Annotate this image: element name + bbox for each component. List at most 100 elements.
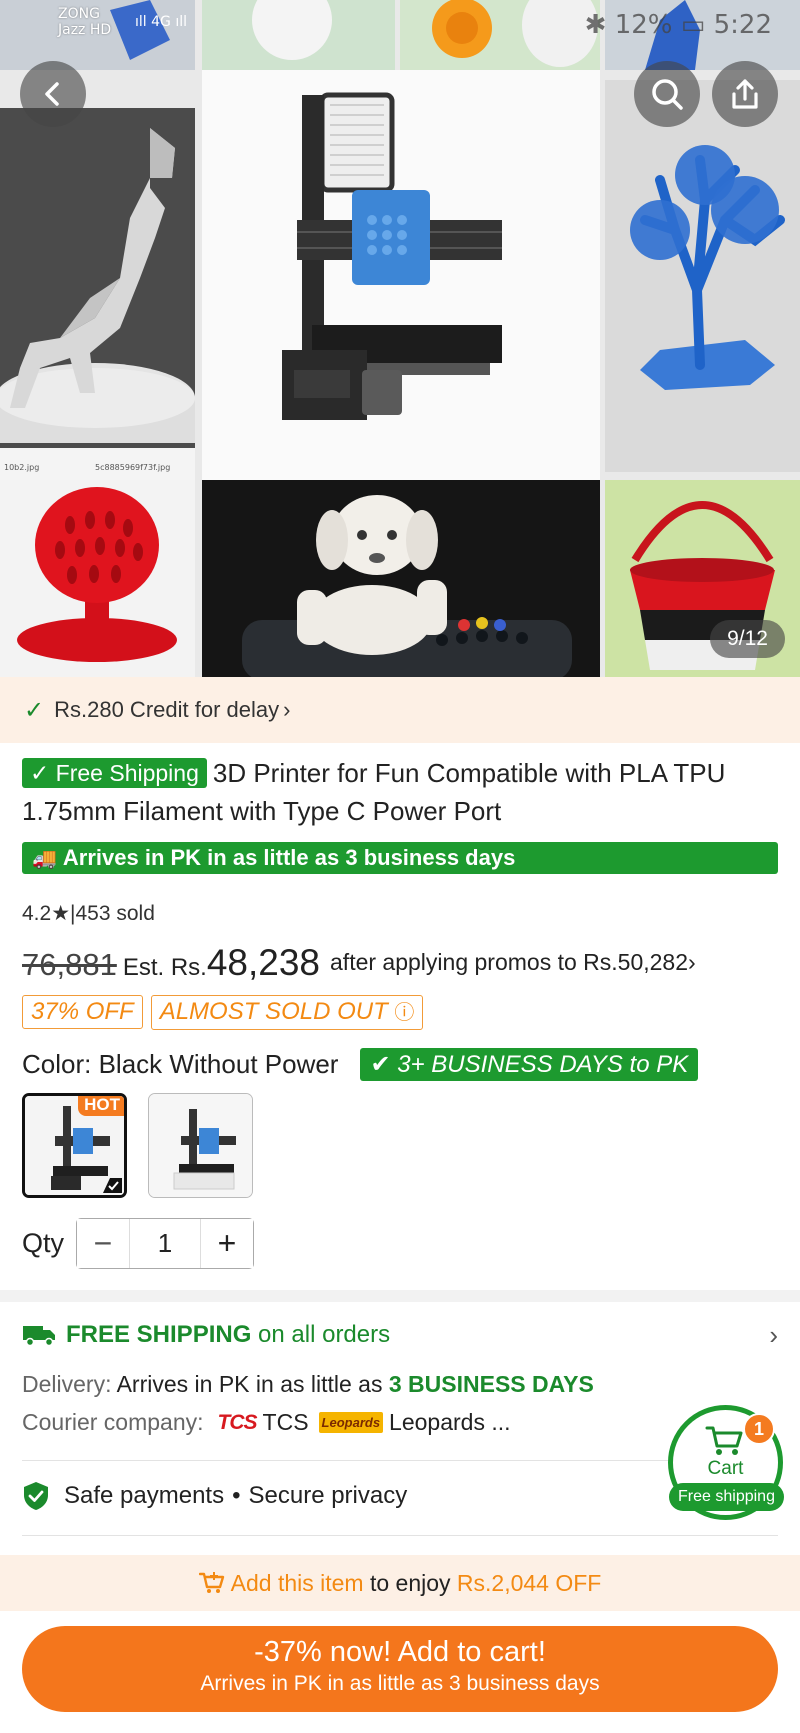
- promo-middle-text: to enjoy: [369, 1569, 451, 1596]
- color-label: Color:: [22, 1049, 92, 1079]
- add-to-cart-label: -37% now! Add to cart!: [254, 1636, 546, 1668]
- free-shipping-row[interactable]: FREE SHIPPING on all orders ›: [22, 1320, 778, 1351]
- search-button[interactable]: [634, 61, 700, 127]
- check-icon: ✓: [30, 760, 56, 786]
- free-shipping-rest: on all orders: [258, 1321, 391, 1348]
- chevron-right-icon[interactable]: ›: [769, 1320, 778, 1351]
- rating-value: 4.2: [22, 902, 52, 925]
- promo-link-text: Add this item: [230, 1569, 364, 1596]
- current-price: 48,238: [206, 942, 321, 983]
- arrives-strip-text: Arrives in PK in as little as 3 business…: [62, 845, 516, 870]
- est-label: Est. Rs.: [122, 954, 207, 981]
- chevron-right-icon: ›: [283, 697, 291, 722]
- add-to-cart-button[interactable]: -37% now! Add to cart! Arrives in PK in …: [22, 1626, 778, 1712]
- courier-label: Courier company:: [22, 1409, 204, 1435]
- share-icon: [732, 79, 758, 109]
- status-bar: ZONG Jazz HD ıll 4G ıll ✱ 12% ▭ 5:22: [0, 0, 800, 50]
- promo-link[interactable]: after applying promos to Rs.50,282›: [330, 949, 696, 975]
- shield-check-icon: [24, 1482, 48, 1510]
- battery-level: 12%: [614, 10, 673, 40]
- almost-sold-out-badge[interactable]: ALMOST SOLD OUT ⓘ: [150, 995, 424, 1030]
- star-icon: ★: [51, 902, 71, 925]
- business-days-badge: ✔ 3+ BUSINESS DAYS to PK: [360, 1048, 699, 1081]
- delay-credit-bar[interactable]: ✓ Rs.280 Credit for delay ›: [0, 677, 800, 743]
- hot-badge: HOT: [78, 1096, 124, 1116]
- free-shipping-title: FREE SHIPPING on all orders: [66, 1321, 390, 1349]
- signal-icon: ıll: [170, 14, 188, 30]
- quantity-stepper[interactable]: − 1 +: [76, 1218, 255, 1269]
- quantity-row: Qty − 1 +: [22, 1218, 255, 1269]
- delivery-row: Delivery: Arrives in PK in as little as …: [22, 1371, 594, 1398]
- free-shipping-label: Free Shipping: [55, 760, 199, 786]
- courier-leopards: Leopards ...: [389, 1409, 511, 1435]
- tree-model-image[interactable]: [605, 80, 800, 472]
- promo-amount: Rs.2,044 OFF: [456, 1569, 602, 1596]
- rating-row[interactable]: 4.2★|453 sold: [22, 901, 155, 926]
- discount-badge: 37% OFF: [22, 995, 143, 1029]
- carrier-1: ZONG: [58, 6, 100, 22]
- printer-main-image[interactable]: [202, 70, 600, 480]
- delivery-text: Arrives in PK in as little as: [116, 1371, 383, 1397]
- promo-text: after applying promos to: [330, 949, 577, 975]
- delivery-label: Delivery:: [22, 1371, 112, 1397]
- divider: [22, 1460, 778, 1461]
- share-button[interactable]: [712, 61, 778, 127]
- secure-privacy-text: Secure privacy: [248, 1482, 408, 1509]
- product-gallery[interactable]: 10b2.jpg 5c8885969f73f.jpg ZONG Jazz HD …: [0, 0, 800, 677]
- almost-sold-out-label: ALMOST SOLD OUT: [159, 998, 388, 1025]
- safe-payments-text: Safe payments: [64, 1482, 225, 1509]
- qty-increase-button[interactable]: +: [201, 1219, 254, 1268]
- cart-label: Cart: [707, 1458, 744, 1479]
- horse-sculpture-image[interactable]: 10b2.jpg 5c8885969f73f.jpg: [0, 108, 195, 480]
- clock: 5:22: [713, 10, 772, 40]
- bullet-separator: •: [232, 1482, 241, 1509]
- search-icon: [652, 79, 683, 110]
- cart-icon: [705, 1426, 743, 1455]
- courier-tcs: TCS: [262, 1409, 309, 1435]
- add-to-cart-sublabel: Arrives in PK in as little as 3 business…: [200, 1672, 600, 1695]
- free-shipping-bold: FREE SHIPPING: [66, 1321, 252, 1348]
- battery-icon: ▭: [680, 10, 706, 40]
- cart-free-shipping-tag: Free shipping: [669, 1483, 784, 1511]
- cart-plus-icon: [198, 1572, 224, 1593]
- printer-thumbnail: [149, 1094, 252, 1197]
- promo-bar[interactable]: Add this item to enjoy Rs.2,044 OFF: [0, 1555, 800, 1611]
- signal-icon: ıll: [135, 14, 152, 30]
- color-swatch-white[interactable]: [148, 1093, 253, 1198]
- svg-text:10b2.jpg: 10b2.jpg: [4, 463, 39, 472]
- original-price: 76,881: [22, 947, 117, 982]
- back-button[interactable]: [20, 61, 86, 127]
- truck-icon: [23, 1326, 55, 1347]
- leopards-logo: Leopards: [318, 1412, 384, 1433]
- svg-text:5c8885969f73f.jpg: 5c8885969f73f.jpg: [95, 463, 170, 472]
- product-title: ✓ Free Shipping 3D Printer for Fun Compa…: [22, 754, 782, 830]
- chevron-right-icon: ›: [688, 949, 696, 975]
- help-icon: ⓘ: [394, 1002, 415, 1024]
- divider: [22, 1535, 778, 1536]
- delivery-highlight: 3 BUSINESS DAYS: [388, 1371, 594, 1397]
- color-value: Black Without Power: [98, 1049, 339, 1079]
- sold-count: |453 sold: [70, 902, 155, 925]
- promo-price: Rs.50,282: [583, 949, 689, 975]
- check-icon: ✓: [24, 696, 45, 724]
- tcs-logo: TCS: [217, 1410, 258, 1434]
- price-row: 76,881 Est. Rs.48,238 after applying promo…: [22, 942, 792, 992]
- credit-text: Rs.280 Credit for delay: [54, 697, 280, 722]
- section-divider: [0, 1290, 800, 1302]
- signal-icons: ıll 4G ıll: [135, 14, 187, 30]
- truck-icon: 🚚: [32, 847, 57, 870]
- safe-payments-row[interactable]: Safe payments • Secure privacy: [22, 1481, 407, 1511]
- qty-input[interactable]: 1: [129, 1219, 202, 1268]
- courier-row: Courier company: TCS TCS Leopards Leopar…: [22, 1409, 511, 1436]
- dog-figure-image[interactable]: [202, 480, 600, 677]
- carrier-2: Jazz HD: [58, 22, 112, 38]
- qty-label: Qty: [22, 1228, 65, 1258]
- free-shipping-badge: ✓ Free Shipping: [22, 758, 207, 788]
- qty-decrease-button[interactable]: −: [77, 1219, 130, 1268]
- red-lamp-image[interactable]: [0, 480, 195, 677]
- network-type: 4G: [151, 14, 171, 30]
- cart-count-badge: 1: [743, 1413, 775, 1445]
- color-swatch-black[interactable]: HOT: [22, 1093, 127, 1198]
- carrier-labels: ZONG Jazz HD: [58, 6, 111, 38]
- chevron-left-icon: [45, 82, 59, 106]
